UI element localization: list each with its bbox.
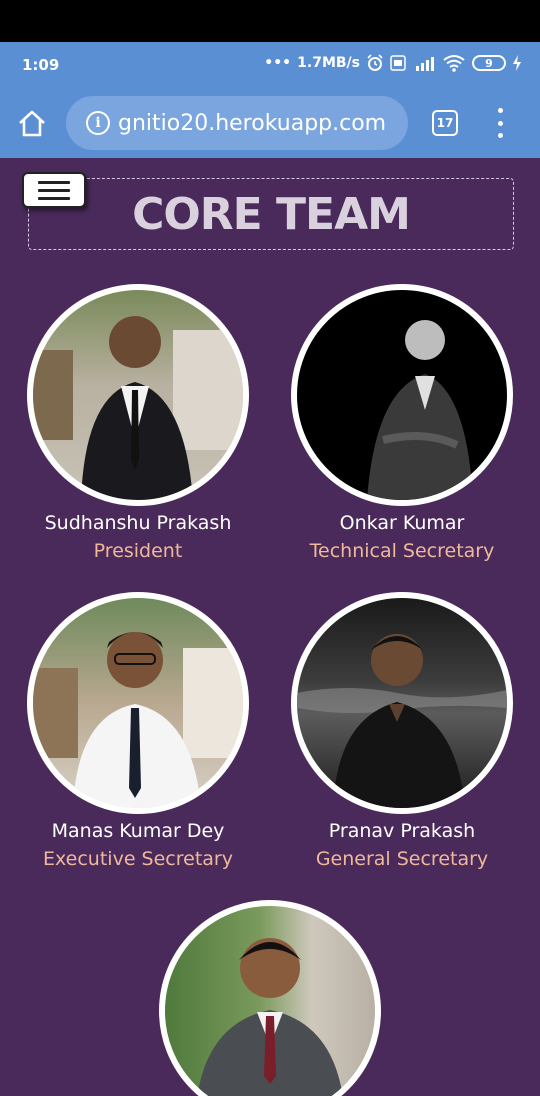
member-role: Technical Secretary [309, 540, 495, 562]
member-role: Executive Secretary [43, 848, 233, 870]
tabs-count: 17 [436, 116, 454, 130]
status-bar: 1:09 ••• 1.7MB/s 9 [0, 42, 540, 88]
member-photo [291, 284, 513, 506]
top-black-band [0, 0, 540, 42]
browser-toolbar: i gnitio20.herokuapp.com 17 [0, 88, 540, 158]
member-card: Onkar Kumar Technical Secretary [272, 284, 532, 562]
member-name: Sudhanshu Prakash [44, 512, 232, 534]
person-silhouette-icon [33, 316, 243, 500]
url-text[interactable]: gnitio20.herokuapp.com [118, 111, 408, 136]
member-name: Onkar Kumar [339, 512, 465, 534]
member-photo [27, 592, 249, 814]
network-speed: 1.7MB/s [297, 55, 360, 71]
member-card [140, 900, 400, 1096]
person-silhouette-icon [33, 632, 243, 808]
member-photo [291, 592, 513, 814]
person-silhouette-icon [297, 634, 507, 808]
member-name: Manas Kumar Dey [51, 820, 225, 842]
member-role: General Secretary [315, 848, 489, 870]
address-bar[interactable]: i gnitio20.herokuapp.com [66, 96, 408, 150]
signal-dots-icon: ••• [264, 55, 292, 71]
member-role: President [93, 540, 183, 562]
volte-icon [390, 55, 406, 71]
member-card: Sudhanshu Prakash President [8, 284, 268, 562]
person-silhouette-icon [197, 938, 343, 1096]
title-frame: CORE TEAM [28, 178, 514, 250]
wifi-icon [443, 55, 465, 72]
person-silhouette-icon [367, 320, 473, 500]
cell-signal-icon [416, 57, 434, 71]
tabs-button[interactable]: 17 [432, 110, 458, 136]
hamburger-menu-button[interactable] [22, 172, 86, 208]
battery-icon: 9 [472, 55, 506, 71]
page-title: CORE TEAM [132, 188, 411, 240]
battery-level: 9 [485, 56, 493, 70]
member-photo [159, 900, 381, 1096]
member-card: Manas Kumar Dey Executive Secretary [8, 592, 268, 870]
page-content: CORE TEAM Sudhanshu Prakash President On… [0, 158, 540, 1096]
member-name: Pranav Prakash [328, 820, 476, 842]
more-menu-icon[interactable] [492, 108, 508, 138]
home-icon[interactable] [16, 108, 48, 140]
status-icons: ••• 1.7MB/s 9 [264, 54, 522, 72]
status-time: 1:09 [22, 56, 60, 74]
alarm-icon [367, 54, 383, 71]
member-photo [27, 284, 249, 506]
info-icon[interactable]: i [86, 111, 110, 135]
member-card: Pranav Prakash General Secretary [272, 592, 532, 870]
charging-icon [513, 55, 521, 71]
